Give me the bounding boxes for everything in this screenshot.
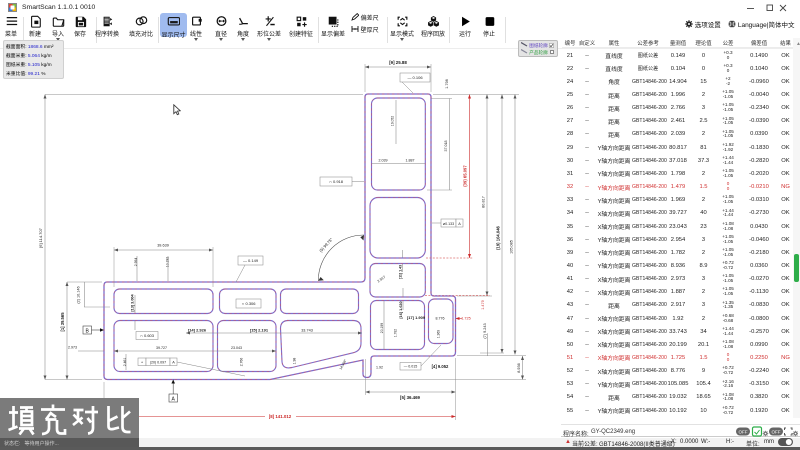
svg-text:1.887: 1.887 (406, 159, 415, 163)
svg-text:14.908°: 14.908° (339, 358, 348, 371)
svg-text:(20) 0.097: (20) 0.097 (150, 361, 166, 365)
svg-text:33.743: 33.743 (301, 329, 313, 333)
svg-text:[15] 2.191: [15] 2.191 (250, 328, 269, 333)
svg-text:∩ 0.918: ∩ 0.918 (329, 179, 344, 184)
svg-text:2.973: 2.973 (68, 346, 77, 350)
svg-text:1.479: 1.479 (481, 300, 485, 310)
svg-text:[9] 25.88: [9] 25.88 (389, 60, 407, 65)
svg-text:— 0.149: — 0.149 (243, 258, 259, 263)
svg-text:19.052: 19.052 (391, 116, 395, 126)
svg-text:8.936: 8.936 (517, 363, 521, 373)
svg-text:37.018: 37.018 (444, 141, 448, 152)
svg-text:1.969: 1.969 (437, 330, 441, 338)
svg-text:(39) 65.097: (39) 65.097 (463, 165, 468, 187)
svg-text:[6] 114.707: [6] 114.707 (38, 227, 43, 247)
svg-text:1.98: 1.98 (293, 358, 297, 365)
svg-text:2.039: 2.039 (379, 159, 388, 163)
svg-text:(5) 99.75°: (5) 99.75° (318, 236, 334, 253)
svg-text:(19) 104.046: (19) 104.046 (496, 225, 501, 249)
svg-text:[13] 3.004: [13] 3.004 (131, 293, 135, 311)
svg-text:[14] 2.926: [14] 2.926 (188, 328, 207, 333)
svg-text:[17] 1.909: [17] 1.909 (407, 315, 426, 320)
svg-text:2.461: 2.461 (123, 358, 127, 367)
svg-text:39.727: 39.727 (156, 346, 167, 350)
svg-text:— 0.106: — 0.106 (407, 75, 423, 80)
svg-text:OFF: OFF (739, 430, 748, 435)
svg-text:2.954: 2.954 (134, 258, 138, 267)
svg-text:(7) 9.243: (7) 9.243 (483, 323, 487, 338)
svg-text:[11] 1.43: [11] 1.43 (399, 265, 403, 279)
svg-text:[8] 141.012: [8] 141.012 (269, 414, 292, 419)
svg-text:39.639: 39.639 (157, 244, 169, 248)
svg-text:OFF: OFF (772, 430, 781, 435)
svg-text:[5] 36.469: [5] 36.469 (400, 395, 421, 400)
svg-text:[1] 39.565: [1] 39.565 (60, 312, 65, 332)
svg-text:2.766: 2.766 (240, 358, 244, 367)
svg-text:A: A (172, 361, 175, 365)
svg-text:A: A (458, 222, 461, 226)
svg-text:∩ 0.306: ∩ 0.306 (242, 301, 257, 306)
svg-text:[16] 1.630: [16] 1.630 (399, 301, 403, 318)
svg-text:10.192: 10.192 (166, 257, 170, 267)
svg-text:[4] 9.052: [4] 9.052 (432, 364, 449, 369)
svg-text:23.043: 23.043 (231, 346, 242, 350)
svg-text:1.782: 1.782 (394, 329, 398, 337)
svg-text:1.725: 1.725 (461, 316, 471, 320)
svg-text:ø0.133: ø0.133 (443, 222, 454, 226)
svg-text:80.817: 80.817 (482, 196, 486, 208)
svg-text:2.917: 2.917 (377, 275, 387, 283)
svg-text:8.776: 8.776 (436, 316, 445, 320)
svg-text:1.92: 1.92 (376, 365, 383, 369)
svg-text:— 0.015: — 0.015 (404, 365, 418, 369)
svg-text:∩ 0.603: ∩ 0.603 (140, 333, 155, 338)
svg-text:(2) 10.146: (2) 10.146 (77, 286, 81, 303)
svg-text:20.199: 20.199 (380, 323, 384, 333)
svg-text:105.085: 105.085 (510, 240, 514, 254)
svg-text:1.798: 1.798 (445, 79, 449, 89)
